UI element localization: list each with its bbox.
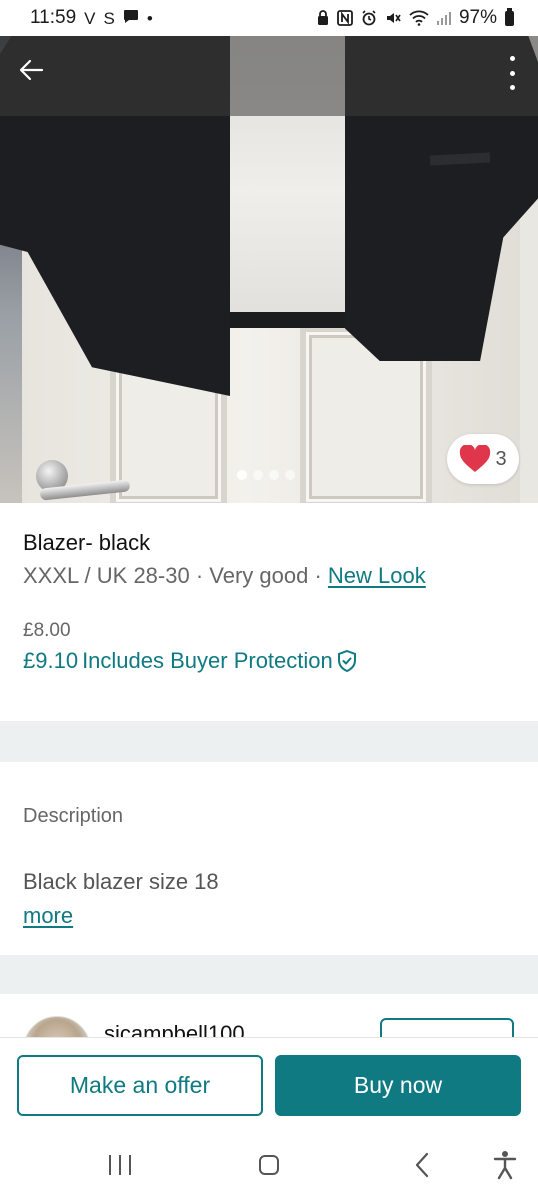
item-condition: Very good	[209, 563, 309, 588]
protection-label: Includes Buyer Protection	[82, 648, 333, 673]
home-icon[interactable]	[259, 1155, 279, 1175]
seller-section[interactable]: sjcampbell100	[0, 994, 538, 1037]
notification-v-icon: V	[84, 8, 96, 28]
nfc-icon	[337, 10, 353, 26]
product-image[interactable]: 3	[0, 36, 538, 503]
notification-s-icon: S	[103, 8, 115, 28]
seller-action-button[interactable]	[380, 1018, 514, 1037]
item-size: XXXL / UK 28-30	[23, 563, 190, 588]
meta-separator: ·	[308, 563, 328, 588]
shield-check-icon	[337, 649, 356, 673]
item-meta: XXXL / UK 28-30 · Very good · New Look	[23, 563, 426, 589]
battery-icon	[505, 7, 514, 26]
meta-separator: ·	[189, 563, 210, 588]
seller-username[interactable]: sjcampbell100	[104, 1021, 245, 1037]
lock-icon	[317, 10, 328, 25]
signal-icon	[436, 12, 451, 25]
status-bar: 11:59 V S • 97%	[0, 0, 538, 36]
message-icon	[123, 9, 139, 27]
brand-link[interactable]: New Look	[328, 563, 426, 588]
description-text: Black blazer size 18	[23, 869, 219, 894]
carousel-dot-4[interactable]	[285, 470, 295, 480]
section-divider	[0, 955, 538, 994]
battery-percent: 97%	[458, 7, 497, 28]
carousel-dot-2[interactable]	[253, 470, 263, 480]
recents-icon[interactable]	[109, 1155, 131, 1175]
heart-icon	[460, 445, 491, 472]
wifi-icon	[409, 10, 429, 26]
price-original: £8.00	[23, 620, 71, 641]
accessibility-icon[interactable]	[492, 1150, 518, 1180]
mute-icon	[386, 13, 401, 23]
make-offer-button[interactable]: Make an offer	[17, 1055, 263, 1116]
dot-icon: •	[146, 8, 153, 28]
status-right: 97%	[317, 7, 514, 29]
favourite-button[interactable]: 3	[447, 434, 519, 484]
status-time: 11:59	[30, 7, 77, 28]
back-arrow-icon[interactable]	[16, 56, 46, 86]
buyer-protection-price[interactable]: £9.10 Includes Buyer Protection	[23, 648, 358, 674]
top-gradient	[0, 36, 538, 116]
buy-now-button[interactable]: Buy now	[275, 1055, 521, 1116]
item-details: Blazer- black XXXL / UK 28-30 · Very goo…	[0, 503, 538, 721]
more-options-icon[interactable]	[502, 56, 522, 90]
action-bar: Make an offer Buy now	[0, 1037, 538, 1130]
system-nav-bar	[0, 1130, 538, 1200]
seller-avatar[interactable]	[23, 1016, 91, 1037]
carousel-indicator	[237, 470, 295, 480]
back-icon[interactable]	[408, 1150, 438, 1180]
description-section: Description Black blazer size 18 more	[0, 762, 538, 955]
status-left: 11:59 V S •	[30, 7, 153, 29]
item-title: Blazer- black	[23, 530, 151, 555]
description-more-link[interactable]: more	[23, 903, 73, 929]
price-total: £9.10	[23, 648, 79, 673]
alarm-icon	[362, 10, 376, 26]
section-divider	[0, 721, 538, 762]
carousel-dot-3[interactable]	[269, 470, 279, 480]
carousel-dot-1[interactable]	[237, 470, 247, 480]
description-heading: Description	[23, 805, 124, 827]
favourite-count: 3	[495, 447, 507, 470]
